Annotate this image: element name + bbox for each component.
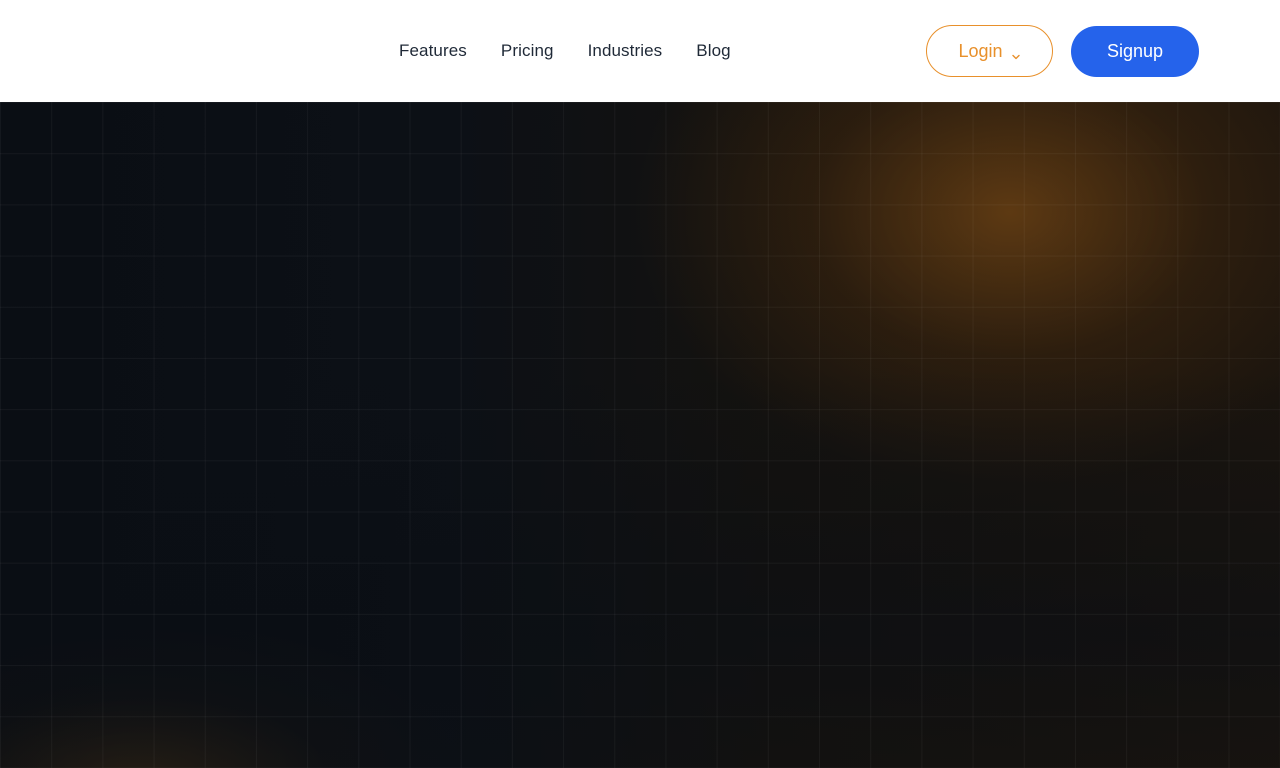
login-button-label: Login	[958, 40, 1003, 61]
nav-link-pricing[interactable]: Pricing	[501, 41, 554, 61]
login-button[interactable]: Login	[926, 25, 1053, 77]
hero-grid-pattern	[0, 102, 1280, 768]
hero-section	[0, 102, 1280, 768]
nav-link-features[interactable]: Features	[399, 41, 467, 61]
main-nav: Features Pricing Industries Blog	[399, 0, 731, 102]
nav-link-industries[interactable]: Industries	[588, 41, 663, 61]
chevron-down-icon	[1011, 46, 1021, 60]
nav-link-blog[interactable]: Blog	[696, 41, 730, 61]
signup-button[interactable]: Signup	[1071, 26, 1199, 77]
signup-button-label: Signup	[1106, 41, 1164, 61]
landing-page: Features Pricing Industries Blog Login S…	[0, 0, 1280, 768]
top-navbar: Features Pricing Industries Blog Login S…	[0, 0, 1280, 102]
logo-placeholder	[80, 26, 240, 76]
